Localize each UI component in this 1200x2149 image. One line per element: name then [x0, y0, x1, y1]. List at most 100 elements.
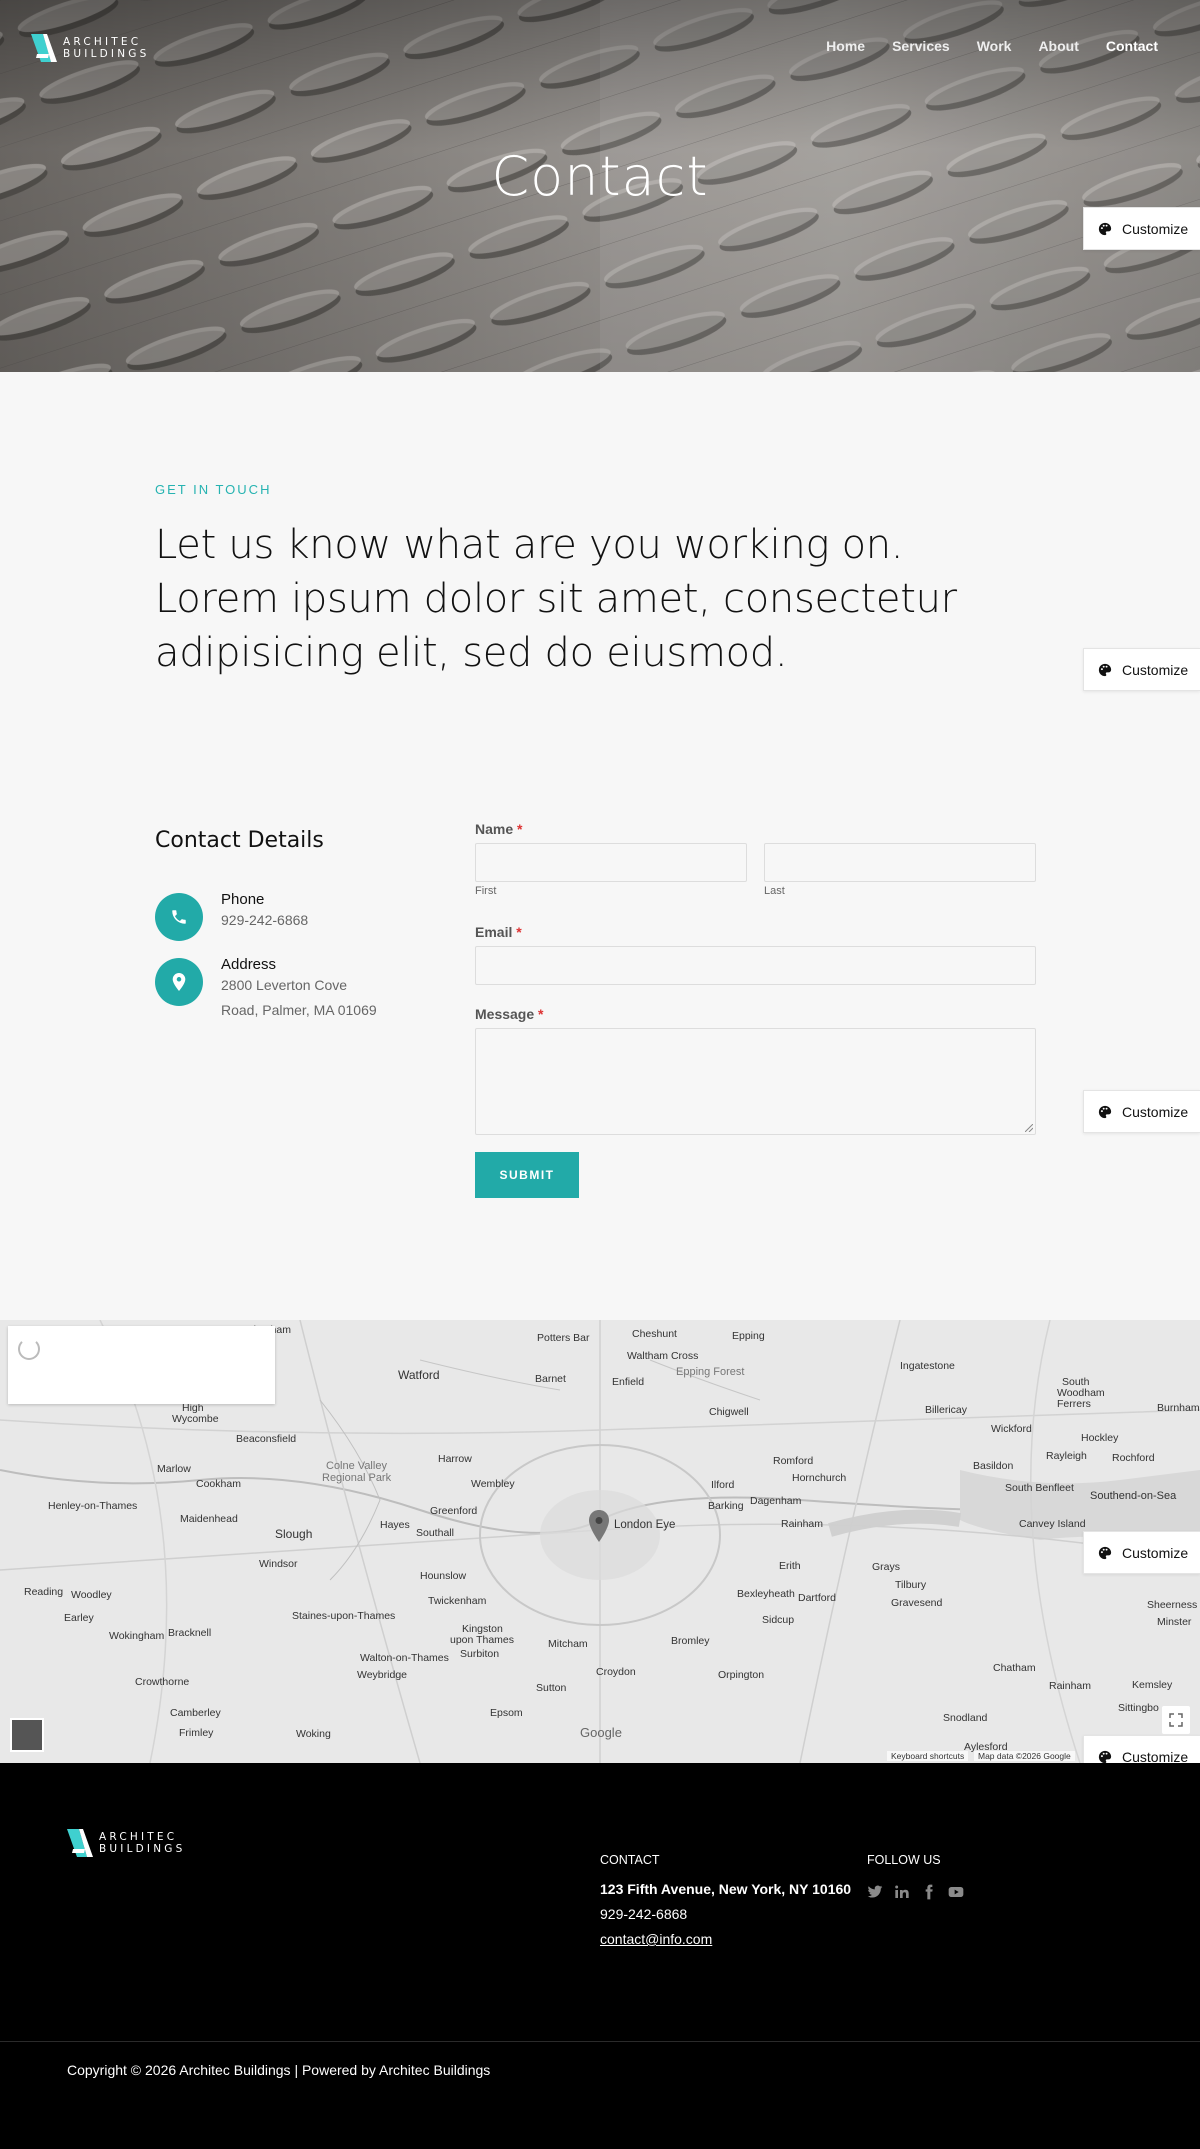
linkedin-icon[interactable]: [894, 1884, 910, 1900]
map-place-label: Croydon: [596, 1666, 636, 1678]
map-place-label: Cheshunt: [632, 1328, 677, 1340]
map-place-label: Ingatestone: [900, 1360, 955, 1372]
map-place-label: Ferrers: [1057, 1398, 1091, 1410]
logo-line2: BUILDINGS: [63, 48, 150, 60]
palette-icon: [1098, 1546, 1112, 1559]
location-icon-badge: [155, 958, 203, 1006]
required-mark: *: [538, 1006, 544, 1022]
map-place-label: Greenford: [430, 1505, 478, 1517]
palette-icon: [1098, 663, 1112, 676]
map-place-label: Staines-upon-Thames: [292, 1610, 396, 1622]
email-input[interactable]: [475, 946, 1036, 985]
map-place-label: Rochford: [1112, 1452, 1155, 1464]
map-place-label: Mitcham: [548, 1638, 588, 1650]
address-label: Address: [221, 956, 277, 973]
map-place-label: Tilbury: [895, 1579, 927, 1591]
map-place-label: Bracknell: [168, 1627, 212, 1639]
facebook-icon[interactable]: [921, 1884, 937, 1900]
site-logo[interactable]: ARCHITEC BUILDINGS: [31, 34, 149, 62]
map-place-label: Epsom: [490, 1707, 523, 1719]
map-place-label: Maidenhead: [180, 1513, 238, 1525]
map-place-label: Bexleyheath: [737, 1588, 795, 1600]
map-place-label: Wembley: [471, 1478, 515, 1490]
map-place-label: Burnham: [1157, 1402, 1200, 1414]
message-label: Message *: [475, 1006, 544, 1022]
map-shortcuts-link[interactable]: Keyboard shortcuts: [887, 1751, 969, 1761]
map-place-label: Potters Bar: [537, 1332, 590, 1344]
footer-phone[interactable]: 929-242-6868: [600, 1906, 687, 1922]
map-marker-icon[interactable]: [588, 1510, 610, 1542]
twitter-icon[interactable]: [867, 1884, 883, 1900]
map-place-label: Walton-on-Thames: [360, 1652, 449, 1664]
map-place-label: Woodley: [71, 1589, 112, 1601]
message-textarea[interactable]: [475, 1028, 1036, 1135]
intro-line: Let us know what are you working on.: [155, 522, 904, 568]
map-place-label: Billericay: [925, 1404, 968, 1416]
map-place-label: Dartford: [798, 1592, 836, 1604]
nav-contact[interactable]: Contact: [1106, 38, 1158, 54]
address-line: Road, Palmer, MA 01069: [221, 1002, 377, 1018]
map-place-label: Enfield: [612, 1376, 645, 1388]
map-type-toggle[interactable]: [10, 1718, 44, 1752]
last-name-input[interactable]: [764, 843, 1036, 882]
logo-line1: ARCHITEC: [99, 1831, 178, 1843]
map-place-label: Romford: [773, 1455, 814, 1467]
map-attribution: Map data ©2026 Google: [974, 1751, 1075, 1761]
map-place-label: Harrow: [438, 1453, 472, 1465]
customize-button[interactable]: Customize: [1083, 648, 1200, 691]
map-place-label: Chatham: [993, 1662, 1036, 1674]
loading-spinner-icon: [18, 1338, 40, 1360]
phone-icon: [172, 910, 186, 924]
map-place-label: Rainham: [781, 1518, 824, 1530]
map-place-label: Sutton: [536, 1682, 567, 1694]
map-place-label: Hayes: [380, 1519, 410, 1531]
footer-divider: [0, 2041, 1200, 2042]
map-place-label: Camberley: [170, 1707, 221, 1719]
map-place-label: London Eye: [614, 1519, 676, 1531]
hero-banner: ARCHITEC BUILDINGS Home Services Work Ab…: [0, 0, 1200, 372]
map-place-label: Slough: [275, 1527, 313, 1541]
map-fullscreen-button[interactable]: [1162, 1706, 1190, 1734]
submit-button[interactable]: SUBMIT: [475, 1152, 579, 1198]
map-place-label: Sheerness: [1147, 1599, 1198, 1611]
map-place-label: Erith: [779, 1560, 801, 1572]
map-place-label: Barking: [708, 1500, 744, 1512]
nav-work[interactable]: Work: [977, 38, 1012, 54]
map-place-label: Wickford: [991, 1423, 1032, 1435]
section-eyebrow: GET IN TOUCH: [155, 482, 272, 497]
intro-heading: Let us know what are you working on. Lor…: [155, 518, 1015, 680]
email-label: Email *: [475, 924, 522, 940]
customize-button[interactable]: Customize: [1083, 207, 1200, 250]
resize-handle-icon[interactable]: [1025, 1124, 1033, 1132]
map-place-label: Surbiton: [460, 1648, 500, 1660]
map-place-label: Snodland: [943, 1712, 988, 1724]
nav-about[interactable]: About: [1038, 38, 1078, 54]
map-place-label: Sidcup: [762, 1614, 795, 1626]
map-place-label: Regional Park: [322, 1472, 392, 1484]
footer-address: 123 Fifth Avenue, New York, NY 10160: [600, 1881, 852, 1897]
map-place-label: Orpington: [718, 1669, 765, 1681]
nav-home[interactable]: Home: [826, 38, 865, 54]
address-item: Address 2800 Leverton Cove Road, Palmer,…: [155, 956, 391, 1023]
map-place-label: Marlow: [157, 1463, 191, 1475]
footer-logo[interactable]: ARCHITEC BUILDINGS: [67, 1829, 185, 1857]
contact-details-title: Contact Details: [155, 828, 324, 853]
youtube-icon[interactable]: [948, 1884, 964, 1900]
map-place-label: Twickenham: [428, 1595, 487, 1607]
footer-email-link[interactable]: contact@info.com: [600, 1931, 712, 1947]
customize-button[interactable]: Customize: [1083, 1531, 1200, 1574]
customize-label: Customize: [1122, 661, 1189, 678]
map-place-label: Hounslow: [420, 1570, 467, 1582]
name-label: Name *: [475, 821, 522, 837]
map-place-label: Hornchurch: [792, 1472, 847, 1484]
map-place-label: Epping Forest: [676, 1366, 745, 1378]
customize-button[interactable]: Customize: [1083, 1090, 1200, 1133]
required-mark: *: [517, 821, 523, 837]
footer-contact-title: CONTACT: [600, 1853, 660, 1867]
first-name-input[interactable]: [475, 843, 747, 882]
map-place-label: Rayleigh: [1046, 1450, 1087, 1462]
map-place-label: Basildon: [973, 1460, 1014, 1472]
nav-services[interactable]: Services: [892, 38, 950, 54]
map-place-label: Southend-on-Sea: [1090, 1490, 1177, 1502]
map-place-label: Watford: [398, 1368, 440, 1382]
